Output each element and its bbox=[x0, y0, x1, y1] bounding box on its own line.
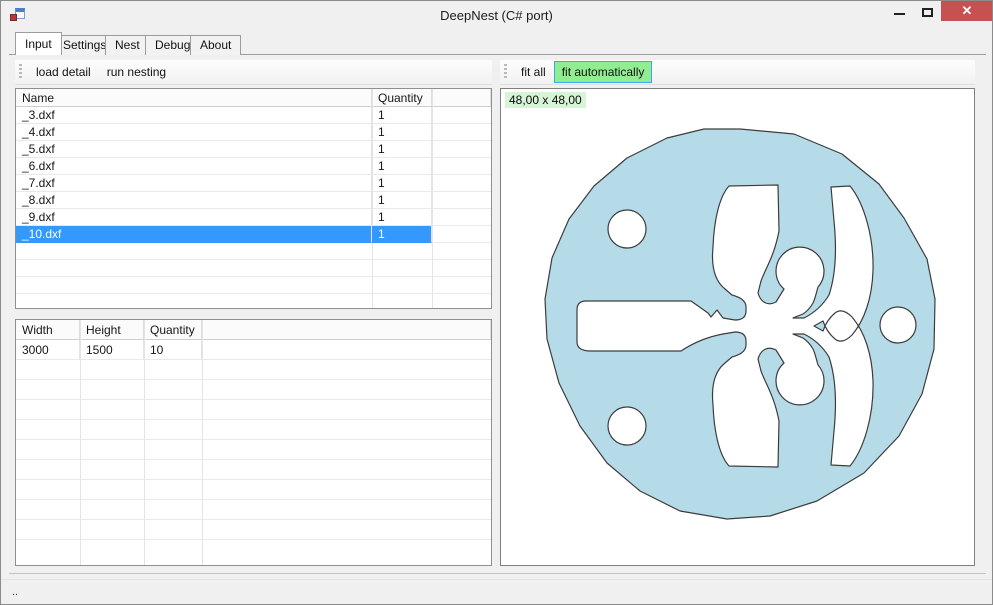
minimize-button[interactable] bbox=[885, 1, 913, 21]
cell-quantity: 1 bbox=[372, 158, 432, 175]
status-bar: .. bbox=[1, 579, 992, 603]
empty-rows-area bbox=[16, 243, 491, 310]
cell-quantity: 1 bbox=[372, 175, 432, 192]
cell-quantity: 1 bbox=[372, 124, 432, 141]
cell-name: _6.dxf bbox=[16, 158, 372, 175]
table-row[interactable]: _5.dxf 1 bbox=[16, 141, 491, 158]
right-toolbar: fit all fit automatically bbox=[500, 60, 975, 85]
fit-automatically-button[interactable]: fit automatically bbox=[554, 61, 653, 83]
sheets-table: Width Height Quantity 3000 1500 10 bbox=[15, 319, 492, 566]
cell-quantity: 1 bbox=[372, 209, 432, 226]
cell-quantity: 1 bbox=[372, 192, 432, 209]
cell-name: _10.dxf bbox=[16, 226, 372, 243]
header-quantity[interactable]: Quantity bbox=[372, 89, 432, 106]
part-hole-right bbox=[880, 307, 916, 343]
cell-name: _9.dxf bbox=[16, 209, 372, 226]
cell-name: _7.dxf bbox=[16, 175, 372, 192]
run-nesting-button[interactable]: run nesting bbox=[99, 61, 174, 83]
cell-empty bbox=[432, 175, 491, 192]
part-hole-top-left bbox=[608, 210, 646, 248]
cell-empty bbox=[432, 141, 491, 158]
part-hole-bottom-left bbox=[608, 407, 646, 445]
window-title: DeepNest (C# port) bbox=[1, 8, 992, 23]
load-detail-button[interactable]: load detail bbox=[28, 61, 99, 83]
tab-input[interactable]: Input bbox=[15, 32, 62, 55]
table-row[interactable]: _9.dxf 1 bbox=[16, 209, 491, 226]
tab-nest[interactable]: Nest bbox=[105, 35, 150, 55]
parts-table: Name Quantity _3.dxf 1 _4.dxf 1 _5.dxf 1… bbox=[15, 88, 492, 309]
close-icon: ✕ bbox=[962, 3, 973, 19]
tab-about[interactable]: About bbox=[190, 35, 241, 55]
header-empty bbox=[432, 89, 491, 106]
maximize-icon bbox=[922, 8, 933, 17]
header-quantity[interactable]: Quantity bbox=[144, 320, 202, 339]
cell-quantity: 1 bbox=[372, 107, 432, 124]
left-toolbar: load detail run nesting bbox=[15, 60, 492, 85]
empty-rows-area bbox=[16, 360, 491, 546]
table-row[interactable]: _7.dxf 1 bbox=[16, 175, 491, 192]
fit-all-button[interactable]: fit all bbox=[513, 61, 554, 83]
cell-empty bbox=[432, 226, 491, 243]
cell-width: 3000 bbox=[16, 340, 80, 360]
status-text: .. bbox=[1, 586, 18, 598]
cell-quantity: 1 bbox=[372, 226, 432, 243]
cell-empty bbox=[202, 340, 491, 360]
sheets-table-header: Width Height Quantity bbox=[16, 320, 491, 340]
cell-quantity: 10 bbox=[144, 340, 202, 360]
page-bottom-divider bbox=[9, 573, 986, 574]
cell-name: _8.dxf bbox=[16, 192, 372, 209]
header-name[interactable]: Name bbox=[16, 89, 372, 106]
parts-table-header: Name Quantity bbox=[16, 89, 491, 107]
cell-name: _4.dxf bbox=[16, 124, 372, 141]
title-bar: DeepNest (C# port) ✕ bbox=[1, 1, 992, 33]
cell-quantity: 1 bbox=[372, 141, 432, 158]
cell-height: 1500 bbox=[80, 340, 144, 360]
table-row-selected[interactable]: _10.dxf 1 bbox=[16, 226, 491, 243]
maximize-button[interactable] bbox=[913, 1, 941, 21]
cell-empty bbox=[432, 158, 491, 175]
toolbar-grip-icon[interactable] bbox=[504, 64, 507, 80]
app-window: DeepNest (C# port) ✕ Input Settings Nest… bbox=[0, 0, 993, 605]
cell-empty bbox=[432, 209, 491, 226]
part-preview-svg bbox=[501, 89, 976, 567]
table-row[interactable]: _6.dxf 1 bbox=[16, 158, 491, 175]
header-empty bbox=[202, 320, 491, 339]
minimize-icon bbox=[894, 13, 905, 15]
toolbar-grip-icon[interactable] bbox=[19, 64, 22, 80]
cell-empty bbox=[432, 192, 491, 209]
close-button[interactable]: ✕ bbox=[941, 1, 993, 21]
cell-name: _3.dxf bbox=[16, 107, 372, 124]
cell-empty bbox=[432, 107, 491, 124]
dimension-label: 48,00 x 48,00 bbox=[505, 92, 586, 108]
part-preview-canvas[interactable]: 48,00 x 48,00 bbox=[500, 88, 975, 566]
header-height[interactable]: Height bbox=[80, 320, 144, 339]
table-row[interactable]: _8.dxf 1 bbox=[16, 192, 491, 209]
table-row[interactable]: 3000 1500 10 bbox=[16, 340, 491, 360]
table-row[interactable]: _3.dxf 1 bbox=[16, 107, 491, 124]
cell-name: _5.dxf bbox=[16, 141, 372, 158]
header-width[interactable]: Width bbox=[16, 320, 80, 339]
cell-empty bbox=[432, 124, 491, 141]
table-row[interactable]: _4.dxf 1 bbox=[16, 124, 491, 141]
